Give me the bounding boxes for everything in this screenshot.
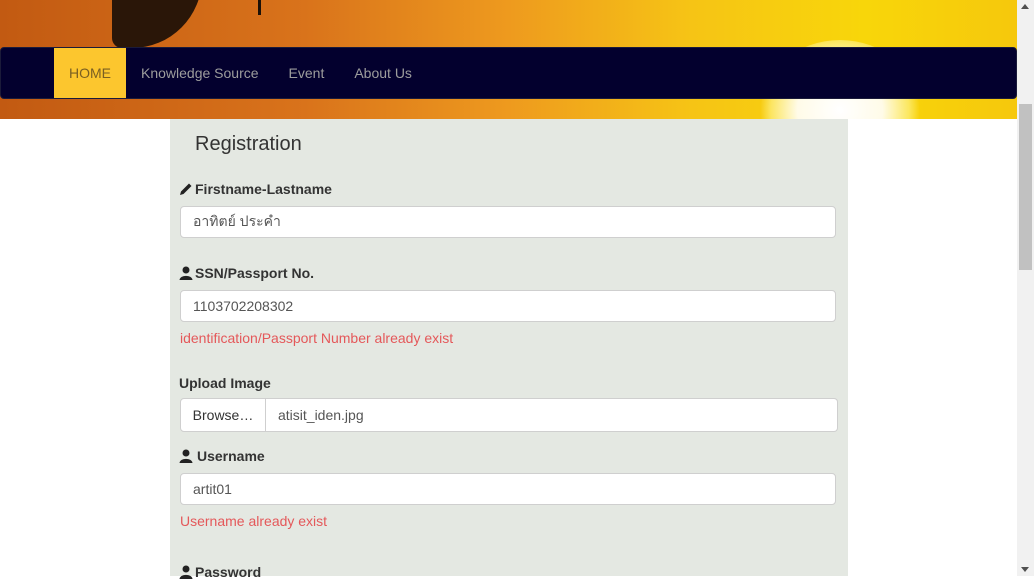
password-label-row: Password [179, 564, 261, 580]
nav-item-event[interactable]: Event [274, 48, 340, 98]
fullname-label: Firstname-Lastname [195, 181, 332, 197]
upload-label: Upload Image [179, 375, 271, 391]
page-title: Registration [195, 133, 302, 155]
upload-label-row: Upload Image [179, 375, 271, 391]
scroll-down-arrow-icon[interactable] [1021, 567, 1029, 572]
fullname-input[interactable]: อาทิตย์ ประคำ [180, 206, 836, 238]
password-label: Password [195, 564, 262, 580]
scrollbar-thumb[interactable] [1019, 104, 1032, 270]
username-label-row: Username [179, 448, 265, 464]
user-icon [179, 565, 193, 579]
user-icon [179, 266, 193, 280]
username-label: Username [197, 448, 265, 464]
ssn-input[interactable]: 1103702208302 [180, 290, 836, 322]
nav-item-home[interactable]: HOME [54, 48, 126, 98]
pencil-icon [180, 183, 192, 195]
registration-panel: Registration Firstname-Lastname อาทิตย์ … [170, 119, 848, 580]
nav-item-knowledge-source[interactable]: Knowledge Source [126, 48, 274, 98]
username-error-message: Username already exist [180, 513, 328, 529]
page-scrollbar[interactable] [1017, 0, 1034, 576]
ssn-error-message: identification/Passport Number already e… [180, 330, 454, 346]
navbar-brand-space [1, 48, 54, 98]
ssn-label: SSN/Passport No. [195, 265, 315, 281]
upload-filename-field[interactable]: atisit_iden.jpg [266, 398, 838, 432]
fullname-label-row: Firstname-Lastname [179, 181, 332, 197]
ssn-label-row: SSN/Passport No. [179, 265, 314, 281]
scroll-up-arrow-icon[interactable] [1021, 4, 1029, 9]
upload-file-group: Browse… atisit_iden.jpg [180, 398, 838, 432]
banner-silhouette [112, 0, 202, 48]
main-navbar: HOME Knowledge Source Event About Us [0, 47, 1017, 99]
browse-button[interactable]: Browse… [180, 398, 266, 432]
username-input[interactable]: artit01 [180, 473, 836, 505]
banner-pole [258, 0, 261, 15]
nav-item-about-us[interactable]: About Us [339, 48, 427, 98]
user-icon [179, 449, 193, 463]
